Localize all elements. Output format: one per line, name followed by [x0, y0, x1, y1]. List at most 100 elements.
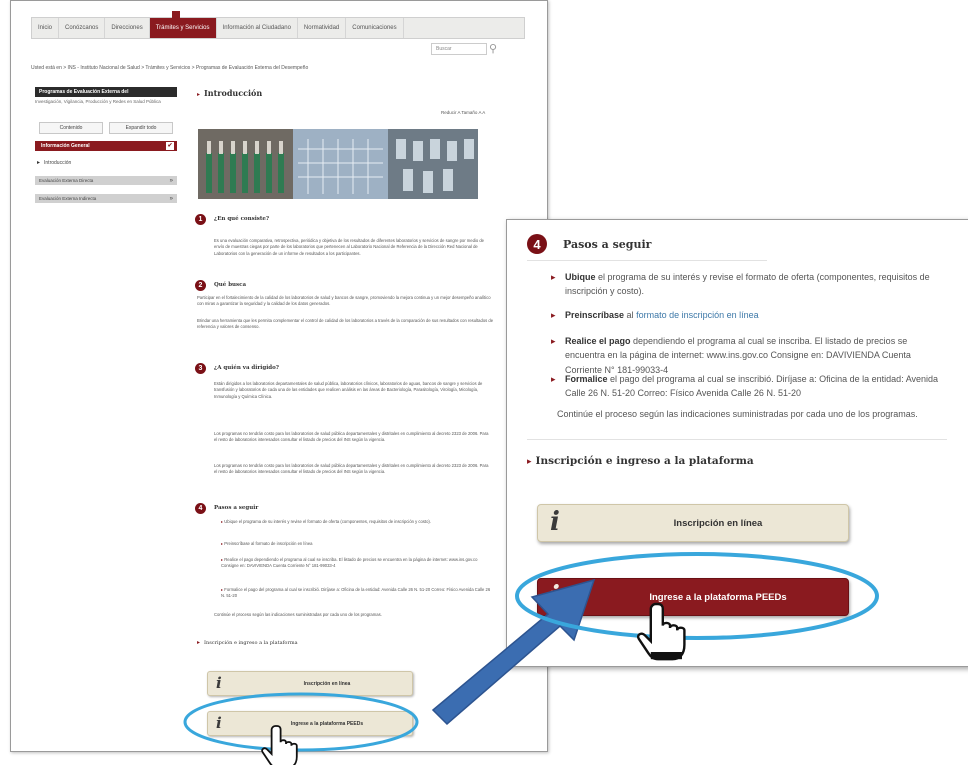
sidebar-sub-label: Introducción [44, 160, 72, 166]
step-text: el pago del programa al cual se inscribi… [565, 374, 939, 399]
step-item-text: Realice el pago dependiendo el programa … [221, 557, 478, 569]
nav-comunicaciones[interactable]: Comunicaciones [346, 18, 404, 38]
zoom-ingrese-plataforma-button[interactable]: i Ingrese a la plataforma PEEDs [537, 578, 849, 616]
zoom-inscripcion-text: Inscripción e ingreso a la plataforma [535, 455, 754, 467]
step-bold: Preinscríbase [565, 310, 625, 320]
button-label: Inscripción en línea [673, 517, 763, 529]
sidebar-active-label: Información General [41, 143, 90, 149]
caret-right-icon: ▸ [551, 374, 556, 384]
sidebar-subtitle: Investigación, Vigilancia, Producción y … [35, 99, 161, 104]
step-number-3: 3 [195, 363, 206, 374]
contenido-button[interactable]: Contenido [39, 122, 103, 134]
inscripcion-heading[interactable]: ▸ Inscripción e ingreso a la plataforma [197, 639, 298, 646]
breadcrumb: Usted está en > INS - Instituto Nacional… [31, 65, 309, 71]
button-label: Ingrese a la plataforma PEEDs [290, 720, 364, 727]
font-size-controls[interactable]: Reducir A Tamaño A A [441, 110, 485, 115]
caret-right-icon: ▸ [221, 587, 224, 592]
ingrese-plataforma-button[interactable]: i Ingrese a la plataforma PEEDs [207, 711, 413, 736]
caret-right-icon: ▸ [527, 457, 532, 467]
step-item: ▸ Preinscríbase al formato de inscripció… [221, 541, 491, 547]
laboratory-photo [198, 129, 478, 199]
step-bold: Formalice [565, 374, 608, 384]
zoom-continue-text: Continúe el proceso según las indicacion… [557, 409, 918, 419]
zoom-step-item: ▸ Ubique el programa de su interés y rev… [551, 270, 945, 299]
nav-inicio[interactable]: Inicio [32, 18, 60, 38]
sidebar-gray-label: Evaluación Externa Indirecta [39, 196, 97, 201]
divider [527, 439, 947, 440]
caret-right-icon: ▸ [551, 336, 556, 346]
website-page: Inicio Conózcanos Direcciones Trámites y… [10, 0, 548, 752]
caret-right-icon: ▸ [221, 519, 224, 524]
intro-heading[interactable]: ▸ Introducción [197, 88, 262, 98]
section-2-body-2: Brindar una herramienta que les permita … [197, 318, 494, 330]
main-nav: Inicio Conózcanos Direcciones Trámites y… [31, 11, 525, 39]
nav-tramites[interactable]: Trámites y Servicios [149, 11, 217, 38]
inscripcion-heading-text: Inscripción e ingreso a la plataforma [204, 640, 298, 646]
nav-direcciones[interactable]: Direcciones [105, 18, 150, 38]
intro-heading-text: Introducción [204, 88, 263, 98]
sidebar-item-informacion-general[interactable]: Información General ✔ [35, 141, 177, 151]
step-bold: Realice el pago [565, 336, 631, 346]
inscripcion-link[interactable]: formato de inscripción en línea [636, 310, 759, 320]
info-icon: i [550, 507, 560, 537]
zoom-inscripcion-en-linea-button[interactable]: i Inscripción en línea [537, 504, 849, 542]
expandir-todo-button[interactable]: Expandir todo [109, 122, 173, 134]
sidebar-item-externa-indirecta[interactable]: Evaluación Externa Indirecta » [35, 194, 177, 203]
zoom-section-title: Pasos a seguir [563, 238, 652, 251]
caret-right-icon: ▸ [551, 310, 556, 320]
search-icon[interactable]: ⚲ [489, 42, 497, 55]
tab-marker-icon [171, 11, 180, 18]
nav-informacion[interactable]: Información al Ciudadano [217, 18, 298, 38]
nav-conozcanos[interactable]: Conózcanos [59, 18, 106, 38]
step-item-text: Formalice el pago del programa al cual s… [221, 587, 491, 599]
button-label: Inscripción en línea [303, 680, 351, 687]
section-4-continue: Continúe el proceso según las indicacion… [214, 612, 382, 617]
step-number-4: 4 [195, 503, 206, 514]
section-3-title: ¿A quién va dirigido? [214, 365, 280, 371]
expand-icon: » [169, 177, 173, 184]
info-icon: i [216, 674, 222, 692]
button-label: Ingrese a la plataforma PEEDs [649, 591, 787, 603]
zoom-inscripcion-heading[interactable]: ▸ Inscripción e ingreso a la plataforma [527, 455, 754, 467]
inscripcion-en-linea-button[interactable]: i Inscripción en línea [207, 671, 413, 696]
step-text: el programa de su interés y revise el fo… [565, 272, 930, 297]
step-item: ▸ Ubique el programa de su interés y rev… [221, 519, 491, 525]
section-3-body-2: Los programas no tendrán costo para los … [214, 431, 489, 443]
nav-tramites-label: Trámites y Servicios [155, 25, 210, 31]
caret-right-icon: ▸ [37, 160, 41, 166]
sidebar-item-externa-directa[interactable]: Evaluación Externa Directa » [35, 176, 177, 185]
section-3-body: Están dirigidos a los laboratorios depar… [214, 381, 483, 399]
expand-icon: » [169, 195, 173, 202]
step-item-text: Ubique el programa de su interés y revis… [224, 519, 431, 524]
step-number-1: 1 [195, 214, 206, 225]
caret-right-icon: ▸ [197, 91, 201, 98]
zoom-step-item: ▸ Preinscríbase al formato de inscripció… [551, 308, 945, 322]
sidebar-gray-label: Evaluación Externa Directa [39, 178, 94, 183]
caret-right-icon: ▸ [221, 541, 224, 546]
zoom-step-item: ▸ Realice el pago dependiendo el program… [551, 334, 945, 377]
nav-normatividad[interactable]: Normatividad [298, 18, 347, 38]
step-item: ▸ Formalice el pago del programa al cual… [221, 587, 491, 600]
sidebar-title: Programas de Evaluación Externa del [35, 87, 177, 97]
caret-right-icon: ▸ [551, 272, 556, 282]
step-text: al [624, 310, 637, 320]
chevron-down-icon: ✔ [166, 142, 174, 150]
step-number-4: 4 [527, 234, 547, 254]
caret-right-icon: ▸ [197, 639, 201, 646]
section-1-body: Es una evaluación comparativa, retrospec… [214, 238, 485, 256]
step-item-text: Preinscríbase al formato de inscripción … [224, 541, 313, 546]
info-icon: i [550, 581, 560, 611]
section-4-title: Pasos a seguir [214, 505, 259, 511]
zoomed-panel: 4 Pasos a seguir ▸ Ubique el programa de… [506, 219, 968, 667]
section-2-title: Qué busca [214, 282, 247, 288]
section-2-body: Participar en el fortalecimiento de la c… [197, 295, 491, 307]
sidebar-item-introduccion[interactable]: ▸ Introducción [37, 159, 71, 166]
step-bold: Ubique [565, 272, 596, 282]
search-input[interactable]: Buscar [431, 43, 487, 55]
zoom-step-item: ▸ Formalice el pago del programa al cual… [551, 372, 945, 401]
step-item: ▸ Realice el pago dependiendo el program… [221, 557, 491, 570]
step-number-2: 2 [195, 280, 206, 291]
divider [527, 260, 767, 261]
section-1-title: ¿En qué consiste? [214, 216, 270, 222]
caret-right-icon: ▸ [221, 557, 224, 562]
